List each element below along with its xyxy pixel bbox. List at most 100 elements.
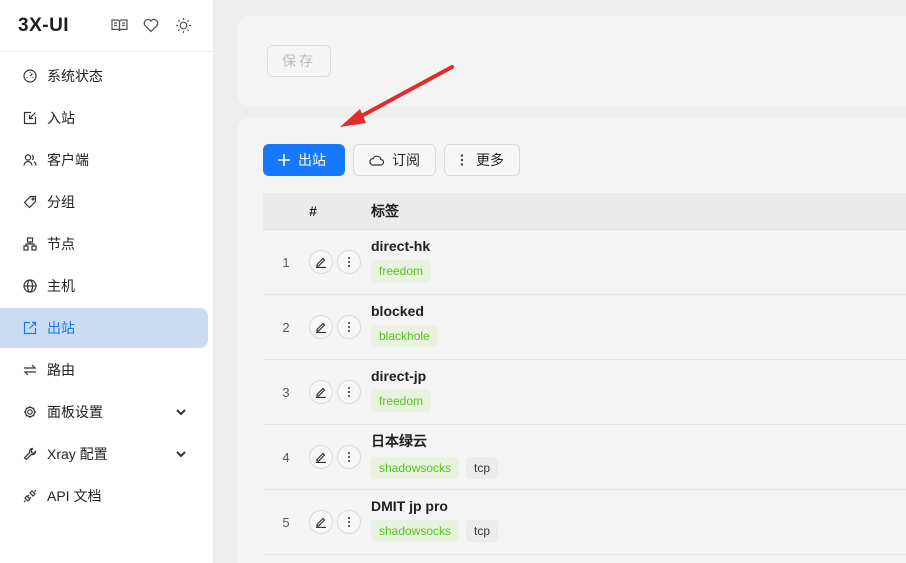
row-index: 3	[282, 384, 290, 400]
sidebar-item-inbound[interactable]: 入站	[0, 98, 208, 138]
protocol-tags: blackhole	[371, 325, 438, 347]
dashboard-icon	[22, 68, 38, 84]
row-actions	[309, 250, 371, 274]
edit-button[interactable]	[309, 445, 333, 469]
outbound-icon	[22, 320, 38, 336]
tag-icon	[22, 194, 38, 210]
row-index: 4	[282, 449, 290, 465]
outbound-card: 出站 订阅 更多 # 标签 1 direct-hk freedom 2 bloc…	[238, 118, 906, 563]
more-button[interactable]	[337, 510, 361, 534]
main-content: 保存 出站 订阅 更多 # 标签 1 direct-hk freedom 2 b…	[214, 0, 906, 563]
protocol-tags: shadowsocks tcp	[371, 520, 499, 542]
sidebar-item-hosts[interactable]: 主机	[0, 266, 208, 306]
sidebar-item-outbound[interactable]: 出站	[0, 308, 208, 348]
cluster-icon	[22, 236, 38, 252]
row-actions	[309, 445, 371, 469]
more-vertical-icon	[348, 257, 350, 267]
header-icons	[110, 17, 192, 35]
sidebar-item-system-status[interactable]: 系统状态	[0, 56, 208, 96]
sidebar-menu: 系统状态 入站 客户端 分组 节点 主机 出站 路由 面板设置 Xray 配置 …	[0, 52, 213, 516]
outbound-toolbar: 出站 订阅 更多	[263, 144, 520, 176]
sidebar-item-label: 出站	[47, 320, 75, 336]
sidebar-item-panel-settings[interactable]: 面板设置	[0, 392, 208, 432]
table-row: 3 direct-jp freedom	[263, 360, 906, 425]
save-button[interactable]: 保存	[267, 45, 331, 77]
table-row: 2 blocked blackhole	[263, 295, 906, 360]
sidebar-item-xray-config[interactable]: Xray 配置	[0, 434, 208, 474]
edit-icon	[316, 452, 326, 463]
sidebar-item-routing[interactable]: 路由	[0, 350, 208, 390]
tool-icon	[22, 446, 38, 462]
row-index: 1	[282, 254, 290, 270]
edit-button[interactable]	[309, 510, 333, 534]
settings-card: 保存	[238, 16, 906, 106]
more-button[interactable]	[337, 315, 361, 339]
edit-icon	[316, 387, 326, 398]
book-icon[interactable]	[110, 17, 128, 35]
sidebar-item-label: API 文档	[47, 488, 102, 504]
sidebar-item-clients[interactable]: 客户端	[0, 140, 208, 180]
outbound-name: direct-jp	[371, 368, 427, 384]
swap-icon	[22, 362, 38, 378]
sidebar: 3X-UI 系统状态 入站 客户端 分组 节点 主机 出站 路由 面板设置 Xr…	[0, 0, 214, 563]
row-actions	[309, 510, 371, 534]
protocol-tag: shadowsocks	[371, 520, 460, 542]
row-info: direct-jp freedom	[371, 368, 432, 412]
add-outbound-label: 出站	[298, 152, 326, 168]
column-header-tag: 标签	[371, 203, 399, 219]
chevron-down-icon[interactable]	[174, 447, 188, 461]
sidebar-item-groups[interactable]: 分组	[0, 182, 208, 222]
more-button[interactable]: 更多	[444, 144, 520, 176]
subscribe-button[interactable]: 订阅	[353, 144, 436, 176]
add-outbound-button[interactable]: 出站	[263, 144, 345, 176]
app-title: 3X-UI	[18, 14, 70, 36]
brand-bar: 3X-UI	[0, 0, 213, 52]
api-icon	[22, 488, 38, 504]
sun-icon[interactable]	[174, 17, 192, 35]
sidebar-item-nodes[interactable]: 节点	[0, 224, 208, 264]
row-info: blocked blackhole	[371, 303, 438, 347]
users-icon	[22, 152, 38, 168]
protocol-tags: shadowsocks tcp	[371, 457, 499, 479]
more-vertical-icon	[348, 322, 350, 332]
sidebar-item-label: 客户端	[47, 152, 89, 168]
edit-button[interactable]	[309, 250, 333, 274]
table-row: 5 DMIT jp pro shadowsocks tcp	[263, 490, 906, 555]
more-button[interactable]	[337, 380, 361, 404]
sidebar-item-label: Xray 配置	[47, 446, 108, 462]
sidebar-item-label: 入站	[47, 110, 75, 126]
edit-icon	[316, 257, 326, 268]
protocol-tag: shadowsocks	[371, 457, 460, 479]
row-index: 2	[282, 319, 290, 335]
sidebar-item-label: 面板设置	[47, 404, 103, 420]
outbound-table: # 标签 1 direct-hk freedom 2 blocked black…	[263, 193, 906, 555]
outbound-name: direct-hk	[371, 238, 431, 254]
outbound-name: 日本绿云	[371, 433, 427, 449]
more-button[interactable]	[337, 445, 361, 469]
row-index: 5	[282, 514, 290, 530]
network-tag: tcp	[466, 457, 499, 479]
plus-icon	[278, 154, 290, 166]
sidebar-item-api-docs[interactable]: API 文档	[0, 476, 208, 516]
gear-icon	[22, 404, 38, 420]
more-vertical-icon	[348, 517, 350, 527]
sidebar-item-label: 分组	[47, 194, 75, 210]
more-button[interactable]	[337, 250, 361, 274]
heart-icon[interactable]	[142, 17, 160, 35]
sidebar-item-label: 节点	[47, 236, 75, 252]
protocol-tags: freedom	[371, 260, 432, 282]
chevron-down-icon[interactable]	[174, 405, 188, 419]
edit-button[interactable]	[309, 315, 333, 339]
network-tag: tcp	[466, 520, 499, 542]
row-actions	[309, 380, 371, 404]
more-vertical-icon	[460, 154, 464, 166]
protocol-tag: blackhole	[371, 325, 438, 347]
table-header: # 标签	[263, 193, 906, 230]
more-vertical-icon	[348, 387, 350, 397]
table-row: 4 日本绿云 shadowsocks tcp	[263, 425, 906, 490]
sidebar-item-label: 路由	[47, 362, 75, 378]
cloud-icon	[369, 155, 384, 166]
edit-button[interactable]	[309, 380, 333, 404]
table-row: 1 direct-hk freedom	[263, 230, 906, 295]
more-vertical-icon	[348, 452, 350, 462]
